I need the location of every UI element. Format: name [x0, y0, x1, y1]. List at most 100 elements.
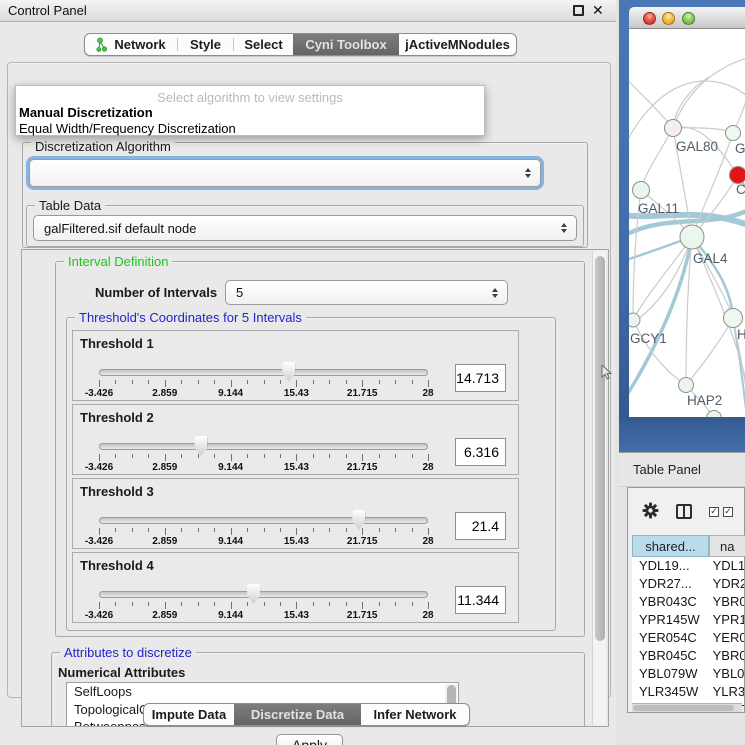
table-cell-name[interactable]: YBL079W	[706, 665, 744, 683]
popup-option-equal-width-frequency[interactable]: Equal Width/Frequency Discretization	[19, 121, 236, 136]
network-node[interactable]	[633, 182, 650, 199]
table-horizontal-scrollbar[interactable]	[632, 703, 742, 712]
network-graph[interactable]: GAL80GACGAL11GAL4GCY1HHAP2	[629, 29, 745, 417]
table-cell-name[interactable]: YPR145W	[706, 611, 744, 629]
table-data-combobox[interactable]: galFiltered.sif default node	[33, 215, 577, 241]
table-cell-name[interactable]: YER054C	[706, 629, 744, 647]
tab-cyni-toolbox-label: Cyni Toolbox	[305, 37, 386, 52]
table-cell-shared-name[interactable]: YER054C	[632, 629, 706, 647]
slider-thumb[interactable]	[194, 436, 207, 456]
minimize-window-icon[interactable]	[662, 12, 675, 25]
float-window-icon[interactable]	[573, 5, 584, 16]
threshold-slider-track[interactable]	[99, 591, 428, 598]
zoom-window-icon[interactable]	[682, 12, 695, 25]
network-node[interactable]	[679, 378, 694, 393]
control-panel-tabbar: Network Style Select Cyni Toolbox jActiv…	[84, 33, 517, 56]
threshold-value-input[interactable]	[455, 438, 506, 466]
threshold-slider-track[interactable]	[99, 517, 428, 524]
close-icon[interactable]: ✕	[592, 2, 604, 19]
tab-infer-network-label: Infer Network	[373, 707, 456, 722]
network-edge[interactable]	[641, 128, 673, 190]
column-header-name[interactable]: na	[709, 535, 745, 557]
threshold-value-input[interactable]	[455, 586, 506, 614]
tab-network[interactable]: Network	[85, 34, 177, 55]
close-window-icon[interactable]	[643, 12, 656, 25]
network-edge[interactable]	[629, 74, 673, 128]
network-canvas[interactable]: GAL80GACGAL11GAL4GCY1HHAP2	[629, 29, 745, 417]
node-table-rows[interactable]: YDL19...YDL19YDR27...YDR27YBR043CYBR043C…	[632, 557, 744, 707]
table-cell-shared-name[interactable]: YDL19...	[632, 557, 706, 575]
number-of-intervals-combobox[interactable]: 5	[225, 280, 508, 305]
tick-label: 2.859	[152, 610, 177, 621]
table-cell-name[interactable]: YDR27	[706, 575, 744, 593]
table-row[interactable]: YBL079WYBL079W	[632, 665, 744, 683]
network-edge[interactable]	[686, 318, 733, 385]
network-edge[interactable]	[692, 237, 733, 318]
apply-button[interactable]: Apply	[276, 734, 343, 745]
network-edge[interactable]	[633, 320, 686, 385]
threshold-value-input[interactable]	[455, 512, 506, 540]
tick-label: 2.859	[152, 462, 177, 473]
network-node[interactable]	[726, 126, 741, 141]
tick-mark	[148, 454, 149, 458]
table-cell-shared-name[interactable]: YDR27...	[632, 575, 706, 593]
slider-thumb[interactable]	[282, 362, 295, 382]
popup-option-manual-discretization[interactable]: Manual Discretization	[19, 105, 153, 120]
table-row[interactable]: YBR043CYBR043C	[632, 593, 744, 611]
table-row[interactable]: YBR045CYBR045C	[632, 647, 744, 665]
tab-infer-network[interactable]: Infer Network	[361, 704, 469, 725]
table-cell-shared-name[interactable]: YBR045C	[632, 647, 706, 665]
settings-vertical-scrollbar[interactable]	[592, 251, 606, 725]
tick-label: 21.715	[347, 536, 378, 547]
attribute-list-item[interactable]: SelfLoops	[67, 683, 458, 701]
tick-mark	[362, 380, 363, 387]
slider-tick-labels: -3.4262.8599.14415.4321.71528	[73, 536, 518, 548]
table-row[interactable]: YDL19...YDL19	[632, 557, 744, 575]
table-cell-name[interactable]: YDL19	[706, 557, 744, 575]
tab-impute-data[interactable]: Impute Data	[144, 704, 234, 725]
network-node[interactable]	[629, 313, 640, 327]
table-cell-name[interactable]: YBR043C	[706, 593, 744, 611]
threshold-value-input[interactable]	[455, 364, 506, 392]
network-node[interactable]	[680, 225, 704, 249]
tab-jactivemnodules[interactable]: jActiveMNodules	[399, 34, 516, 55]
tick-mark	[379, 380, 380, 384]
table-row[interactable]: YER054CYER054C	[632, 629, 744, 647]
table-panel-body: ✓ ✓ shared... na YDL19...YDL19YDR27...YD…	[627, 487, 745, 713]
threshold-slider-track[interactable]	[99, 369, 428, 376]
scrollbar-thumb[interactable]	[595, 256, 605, 641]
select-columns-icon[interactable]	[676, 504, 692, 519]
table-row[interactable]: YLR345WYLR345W	[632, 683, 744, 701]
checkbox-icon[interactable]: ✓	[723, 507, 733, 517]
tab-cyni-toolbox[interactable]: Cyni Toolbox	[293, 34, 399, 55]
network-node[interactable]	[724, 309, 743, 328]
tab-style[interactable]: Style	[178, 34, 233, 55]
slider-thumb[interactable]	[247, 584, 260, 604]
network-edge[interactable]	[673, 77, 709, 128]
checkbox-icon[interactable]: ✓	[709, 507, 719, 517]
table-row[interactable]: YDR27...YDR27	[632, 575, 744, 593]
column-header-shared-name[interactable]: shared...	[632, 535, 709, 557]
tab-select[interactable]: Select	[234, 34, 293, 55]
tab-discretize-data[interactable]: Discretize Data	[234, 704, 361, 725]
tick-mark	[264, 380, 265, 384]
tick-mark	[148, 602, 149, 606]
table-cell-shared-name[interactable]: YLR345W	[632, 683, 706, 701]
network-node[interactable]	[730, 167, 745, 184]
tick-mark	[329, 602, 330, 606]
algorithm-combobox[interactable]	[29, 159, 541, 187]
scrollbar-thumb[interactable]	[633, 705, 734, 711]
network-edge[interactable]	[673, 57, 745, 128]
network-node[interactable]	[665, 120, 682, 137]
threshold-slider-track[interactable]	[99, 443, 428, 450]
tick-mark	[313, 528, 314, 532]
table-cell-shared-name[interactable]: YBL079W	[632, 665, 706, 683]
network-edge[interactable]	[673, 128, 733, 133]
table-cell-name[interactable]: YLR345W	[706, 683, 744, 701]
table-cell-name[interactable]: YBR045C	[706, 647, 744, 665]
table-cell-shared-name[interactable]: YBR043C	[632, 593, 706, 611]
slider-thumb[interactable]	[352, 510, 365, 530]
table-row[interactable]: YPR145WYPR145W	[632, 611, 744, 629]
table-cell-shared-name[interactable]: YPR145W	[632, 611, 706, 629]
gear-icon[interactable]	[642, 502, 659, 519]
